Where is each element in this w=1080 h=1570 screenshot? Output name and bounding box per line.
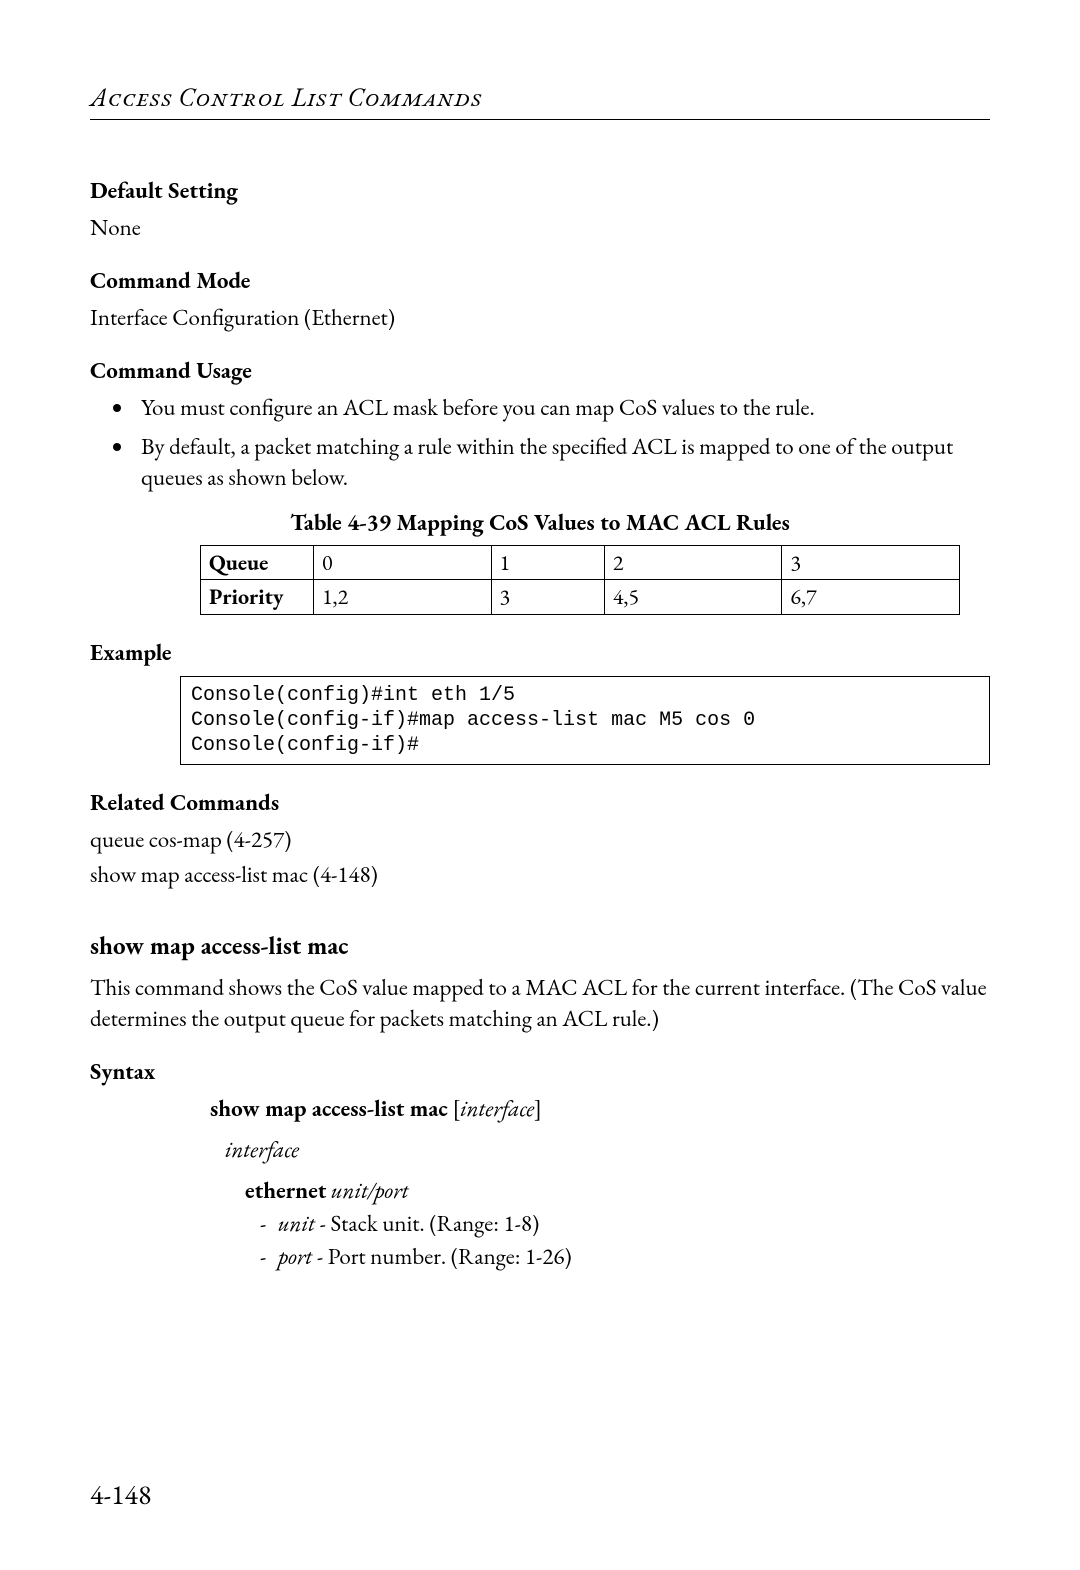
command-mode-label: Command Mode xyxy=(90,265,990,296)
console-example: Console(config)#int eth 1/5 Console(conf… xyxy=(180,676,990,765)
table-cell: 4,5 xyxy=(604,580,782,615)
table-row: Priority 1,2 3 4,5 6,7 xyxy=(201,580,960,615)
table-cell: 1 xyxy=(491,545,604,580)
command-usage-item: You must configure an ACL mask before yo… xyxy=(135,392,990,423)
port-param: port xyxy=(278,1241,312,1271)
example-label: Example xyxy=(90,637,990,668)
default-setting-label: Default Setting xyxy=(90,175,990,206)
table-caption: Table 4-39 Mapping CoS Values to MAC ACL… xyxy=(90,507,990,538)
port-desc: - Port number. (Range: 1-26) xyxy=(312,1241,571,1271)
table-cell: 3 xyxy=(782,545,960,580)
sublist-text: unit - Stack unit. (Range: 1-8) xyxy=(278,1208,539,1239)
header-rule xyxy=(90,119,990,120)
command-heading: show map access-list mac xyxy=(90,930,990,964)
table-cell: 3 xyxy=(491,580,604,615)
syntax-command: show map access-list mac xyxy=(210,1093,448,1123)
table-row-label: Priority xyxy=(201,580,314,615)
bracket-close: ] xyxy=(534,1093,542,1123)
table-cell: 2 xyxy=(604,545,782,580)
table-cell: 0 xyxy=(314,545,492,580)
syntax-param: interface xyxy=(460,1093,534,1123)
unit-param: unit xyxy=(278,1208,315,1238)
bracket-open: [ xyxy=(448,1093,460,1123)
page-number: 4-148 xyxy=(90,1477,151,1515)
related-commands-label: Related Commands xyxy=(90,787,990,818)
table-row: Queue 0 1 2 3 xyxy=(201,545,960,580)
cos-mapping-table: Queue 0 1 2 3 Priority 1,2 3 4,5 6,7 xyxy=(200,545,960,615)
command-description: This command shows the CoS value mapped … xyxy=(90,972,990,1034)
command-usage-list: You must configure an ACL mask before yo… xyxy=(90,392,990,493)
command-usage-label: Command Usage xyxy=(90,355,990,386)
dash-icon: - xyxy=(260,1241,278,1272)
sublist-row: - unit - Stack unit. (Range: 1-8) xyxy=(260,1208,990,1239)
interface-token: interface xyxy=(225,1134,990,1165)
default-setting-value: None xyxy=(90,212,990,243)
table-row-label: Queue xyxy=(201,545,314,580)
dash-icon: - xyxy=(260,1208,278,1239)
related-command-item: queue cos-map (4-257) xyxy=(90,824,990,855)
related-command-item: show map access-list mac (4-148) xyxy=(90,859,990,890)
sublist-row: - port - Port number. (Range: 1-26) xyxy=(260,1241,990,1272)
command-mode-value: Interface Configuration (Ethernet) xyxy=(90,302,990,333)
ethernet-line: ethernet unit/port xyxy=(245,1175,990,1206)
syntax-label: Syntax xyxy=(90,1056,990,1087)
table-cell: 6,7 xyxy=(782,580,960,615)
ethernet-keyword: ethernet xyxy=(245,1175,326,1205)
command-usage-item: By default, a packet matching a rule wit… xyxy=(135,431,990,493)
sublist-text: port - Port number. (Range: 1-26) xyxy=(278,1241,572,1272)
running-head: Access Control List Commands xyxy=(90,80,990,115)
ethernet-param: unit/port xyxy=(331,1175,409,1205)
running-head-text: Access Control List Commands xyxy=(90,80,482,114)
syntax-line: show map access-list mac [interface] xyxy=(210,1093,990,1124)
unit-desc: - Stack unit. (Range: 1-8) xyxy=(315,1208,539,1238)
table-cell: 1,2 xyxy=(314,580,492,615)
ethernet-sublist: - unit - Stack unit. (Range: 1-8) - port… xyxy=(260,1208,990,1272)
